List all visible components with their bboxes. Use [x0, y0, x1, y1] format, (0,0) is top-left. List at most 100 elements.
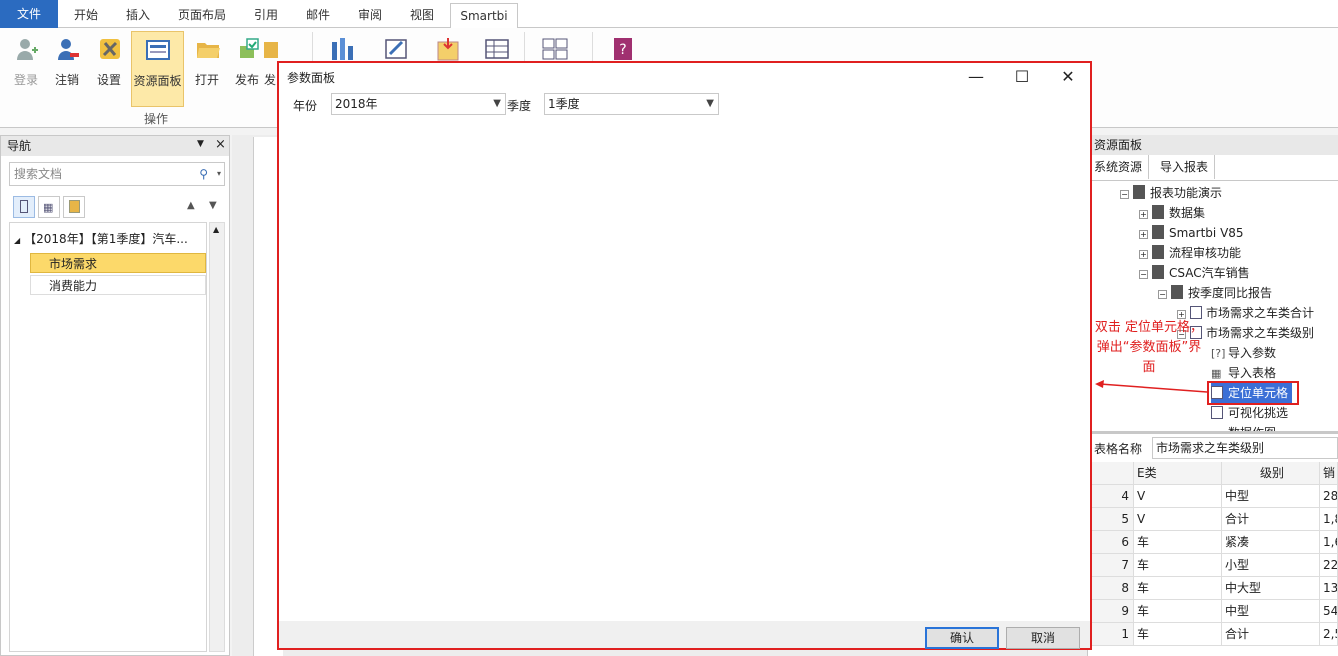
grid-row-number[interactable]: 8	[1090, 577, 1134, 600]
tab-file[interactable]: 文件	[0, 0, 58, 28]
annotation-arrow-icon	[1095, 380, 1208, 393]
tab-review[interactable]: 审阅	[346, 3, 394, 28]
tree-item[interactable]: − 按季度同比报告	[1158, 283, 1272, 303]
publish-all-button[interactable]: 发	[262, 31, 278, 107]
tab-references[interactable]: 引用	[242, 3, 290, 28]
grid-cell[interactable]: 合计	[1222, 623, 1320, 646]
expand-icon[interactable]: +	[1139, 230, 1148, 239]
page-icon	[20, 200, 28, 213]
help-book-icon[interactable]: ?	[608, 36, 638, 62]
tree-item-data-chart[interactable]: 数据作图	[1228, 423, 1276, 431]
grid-cell[interactable]: 137	[1320, 577, 1338, 600]
grid-row-number[interactable]: 5	[1090, 508, 1134, 531]
quarter-select[interactable]: 1季度 ▼	[544, 93, 719, 115]
tree-item[interactable]: − CSAC汽车销售	[1139, 263, 1250, 283]
tree-item-import-params[interactable]: [?] 导入参数	[1211, 343, 1276, 363]
tree-item[interactable]: + 数据集	[1139, 203, 1205, 223]
scroll-up-icon[interactable]: ▲	[213, 225, 219, 234]
grid-icon: ▦	[43, 201, 54, 214]
grid-cell[interactable]: 车	[1134, 554, 1222, 577]
tab-system-resources[interactable]: 系统资源	[1088, 155, 1150, 179]
grid-cell[interactable]: 289	[1320, 485, 1338, 508]
grid-row-number[interactable]: 1	[1090, 623, 1134, 646]
grid-cell[interactable]: 549	[1320, 600, 1338, 623]
logout-button[interactable]: 注销	[45, 31, 89, 107]
tab-import-report[interactable]: 导入报表	[1154, 155, 1216, 179]
login-button[interactable]: 登录	[4, 31, 48, 107]
list-view-button[interactable]	[63, 196, 85, 218]
table-name-field[interactable]: 市场需求之车类级别	[1152, 437, 1338, 459]
tree-item[interactable]: − 报表功能演示	[1120, 183, 1222, 203]
grid-row-number[interactable]: 4	[1090, 485, 1134, 508]
chevron-down-icon: ▼	[706, 98, 714, 109]
grid-cell[interactable]: 车	[1134, 600, 1222, 623]
tree-item-visual-pick[interactable]: 可视化挑选	[1211, 403, 1288, 423]
dialog-title: 参数面板	[287, 71, 336, 85]
grid-cell[interactable]: V	[1134, 508, 1222, 531]
tab-home[interactable]: 开始	[62, 3, 110, 28]
edit-report-icon[interactable]	[382, 36, 412, 62]
chart-icon[interactable]	[328, 36, 358, 62]
year-select[interactable]: 2018年 ▼	[331, 93, 506, 115]
grid-cell[interactable]: 中型	[1222, 600, 1320, 623]
grid-cell[interactable]: 中大型	[1222, 577, 1320, 600]
chevron-down-icon[interactable]: ▼	[197, 139, 204, 149]
tab-view[interactable]: 视图	[398, 3, 446, 28]
grid-cell[interactable]: 1,6	[1320, 531, 1338, 554]
grid-cell[interactable]: 中型	[1222, 485, 1320, 508]
parameter-panel-dialog: 参数面板 — ☐ ✕ 年份 2018年 ▼ 季度 1季度 ▼ 确认 取消	[277, 61, 1092, 650]
table-icon[interactable]	[482, 36, 512, 62]
tab-insert[interactable]: 插入	[114, 3, 162, 28]
search-icon[interactable]: ⚲	[199, 163, 208, 185]
move-up-icon[interactable]: ▲	[187, 200, 195, 211]
collapse-icon[interactable]: −	[1120, 190, 1129, 199]
grid-row-number[interactable]: 7	[1090, 554, 1134, 577]
expand-icon[interactable]: +	[1139, 210, 1148, 219]
close-icon[interactable]: ×	[215, 137, 226, 152]
maximize-icon[interactable]: ☐	[999, 63, 1045, 91]
grid-view-button[interactable]: ▦	[38, 196, 60, 218]
confirm-button[interactable]: 确认	[925, 627, 999, 649]
tab-smartbi[interactable]: Smartbi	[450, 3, 518, 29]
grid-cell[interactable]: 合计	[1222, 508, 1320, 531]
cancel-button[interactable]: 取消	[1006, 627, 1080, 649]
publish-all-icon	[264, 42, 278, 58]
collapse-icon[interactable]: ◢	[14, 236, 20, 245]
grid-cell[interactable]: 1,8	[1320, 508, 1338, 531]
close-icon[interactable]: ✕	[1045, 63, 1091, 91]
grid-cell[interactable]: 紧凑	[1222, 531, 1320, 554]
expand-icon[interactable]: +	[1139, 250, 1148, 259]
grid-cell[interactable]: 车	[1134, 531, 1222, 554]
tree-item[interactable]: + Smartbi V85	[1139, 223, 1244, 243]
grid-cell[interactable]: V	[1134, 485, 1222, 508]
grid-cell[interactable]: 小型	[1222, 554, 1320, 577]
layout-icon[interactable]	[540, 36, 570, 62]
settings-button[interactable]: 设置	[87, 31, 131, 107]
nav-root-item[interactable]: ◢ 【2018年】【第1季度】汽车...	[14, 229, 204, 249]
grid-cell[interactable]: 车	[1134, 577, 1222, 600]
collapse-icon[interactable]: −	[1139, 270, 1148, 279]
grid-row-number[interactable]: 6	[1090, 531, 1134, 554]
tree-item[interactable]: + 流程审核功能	[1139, 243, 1241, 263]
grid-cell[interactable]: 2,5	[1320, 623, 1338, 646]
resource-panel-button[interactable]: 资源面板	[131, 31, 184, 107]
grid-row-number[interactable]: 9	[1090, 600, 1134, 623]
import-icon[interactable]	[434, 36, 464, 62]
nav-scrollbar[interactable]: ▲	[209, 222, 225, 652]
list-icon	[69, 200, 80, 213]
page-view-button[interactable]	[13, 196, 35, 218]
tab-page-layout[interactable]: 页面布局	[166, 3, 238, 28]
grid-cell[interactable]: 车	[1134, 623, 1222, 646]
chevron-down-icon[interactable]: ▾	[217, 163, 221, 185]
search-input[interactable]: 搜索文档 ⚲ ▾	[9, 162, 225, 186]
nav-item-market-demand[interactable]: 市场需求	[30, 253, 206, 273]
minimize-icon[interactable]: —	[953, 63, 999, 91]
panel-splitter[interactable]	[1088, 431, 1338, 434]
open-button[interactable]: 打开	[185, 31, 229, 107]
collapse-icon[interactable]: −	[1158, 290, 1167, 299]
tab-mailings[interactable]: 邮件	[294, 3, 342, 28]
tree-item-import-table[interactable]: ▦ 导入表格	[1211, 363, 1276, 383]
move-down-icon[interactable]: ▼	[209, 200, 217, 211]
nav-item-consumption[interactable]: 消费能力	[30, 275, 206, 295]
grid-cell[interactable]: 225	[1320, 554, 1338, 577]
